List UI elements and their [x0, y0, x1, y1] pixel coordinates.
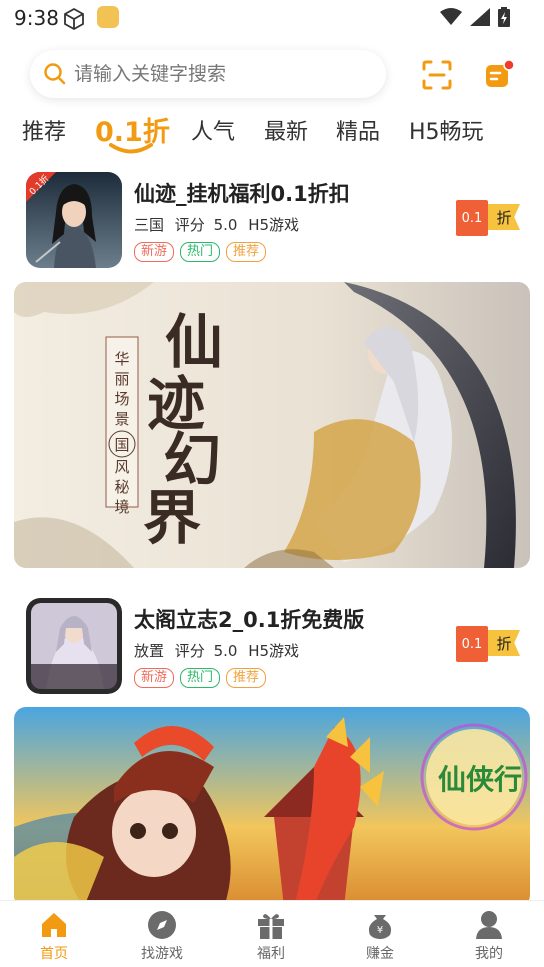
home-icon [42, 913, 66, 937]
discount-unit: 折 [488, 630, 520, 656]
notification-app-icon [97, 6, 119, 28]
game-platform: H5游戏 [248, 642, 300, 660]
game-platform: H5游戏 [248, 216, 300, 234]
banner-logo-text: 仙侠行 [438, 763, 522, 796]
game-list-item[interactable]: 0.1折 仙迹_挂机福利0.1折扣 三国 评分 5.0 H5游戏 新游 热门 推… [0, 170, 544, 270]
game-title: 太阁立志2_0.1折免费版 [134, 608, 365, 632]
game-list-item[interactable]: 太阁立志2_0.1折免费版 放置 评分 5.0 H5游戏 新游 热门 推荐 0.… [0, 596, 544, 696]
game-icon[interactable]: 0.1折 [26, 172, 122, 268]
scan-icon[interactable] [420, 58, 454, 92]
discount-value: 0.1 [456, 626, 488, 662]
nav-label: 我的 [475, 946, 503, 962]
game-title: 仙迹_挂机福利0.1折扣 [134, 182, 350, 206]
status-bar: 9:38 [0, 0, 544, 38]
compass-icon [148, 911, 176, 939]
nav-label: 赚金 [366, 946, 394, 962]
status-time: 9:38 [14, 6, 59, 30]
banner-title-char-4: 界 [143, 484, 201, 552]
tag-hot: 热门 [180, 668, 221, 688]
game-banner[interactable]: 仙 迹 幻 界 华 丽 场 景 国 风 秘 境 [14, 282, 530, 568]
tab-popular[interactable]: 人气 [191, 114, 235, 146]
nav-label: 找游戏 [141, 946, 183, 962]
rating-label: 评分 [174, 642, 205, 660]
banner-side-char-3: 场 [114, 390, 129, 408]
tab-h5[interactable]: H5畅玩 [409, 114, 484, 146]
tag-recommend: 推荐 [226, 668, 267, 688]
banner-title-char-1: 仙 [165, 308, 223, 376]
banner-side-char-7: 秘 [114, 478, 129, 496]
nav-find-games[interactable]: 找游戏 [122, 909, 202, 963]
message-icon[interactable] [482, 58, 516, 92]
tag-hot: 热门 [180, 242, 221, 262]
banner-side-char-2: 丽 [114, 370, 129, 388]
banner-side-char-5: 国 [114, 436, 129, 454]
banner-side-char-4: 景 [114, 410, 129, 428]
discount-unit: 折 [488, 204, 520, 230]
game-category: 三国 [134, 216, 165, 234]
status-indicators [440, 7, 510, 27]
tab-premium[interactable]: 精品 [336, 114, 380, 146]
active-tab-indicator [109, 143, 153, 154]
bottom-navigation: 首页 找游戏 福利 ¥ 赚金 我的 [0, 900, 544, 967]
coin-bag-icon: ¥ [368, 915, 392, 939]
game-rating: 5.0 [213, 642, 238, 660]
tab-recommend[interactable]: 推荐 [22, 114, 66, 146]
banner-artwork: 仙 迹 幻 界 华 丽 场 景 国 风 秘 境 [14, 282, 530, 568]
tab-newest[interactable]: 最新 [264, 114, 308, 146]
game-rating: 5.0 [213, 216, 238, 234]
discount-value: 0.1 [456, 200, 488, 236]
wifi-icon [440, 8, 462, 25]
game-meta: 三国 评分 5.0 H5游戏 [134, 214, 299, 235]
nav-home[interactable]: 首页 [14, 909, 94, 963]
banner-side-char-1: 华 [114, 350, 129, 368]
signal-icon [470, 8, 490, 26]
nav-label: 首页 [40, 946, 68, 962]
rating-label: 评分 [174, 216, 205, 234]
svg-text:¥: ¥ [377, 925, 383, 936]
tag-new: 新游 [134, 668, 175, 688]
user-icon [476, 911, 502, 939]
banner-side-char-6: 风 [114, 458, 129, 476]
banner-artwork: 仙侠行 [14, 707, 530, 907]
game-tags: 新游 热门 推荐 [134, 242, 267, 262]
discount-badge: 0.1 折 [452, 200, 520, 236]
search-icon [44, 63, 66, 85]
nav-label: 福利 [257, 946, 285, 962]
nav-profile[interactable]: 我的 [449, 909, 529, 963]
tag-recommend: 推荐 [226, 242, 267, 262]
nav-earn[interactable]: ¥ 赚金 [340, 909, 420, 963]
category-tabs: 推荐 0.1折 人气 最新 精品 H5畅玩 [0, 110, 544, 160]
battery-icon [498, 7, 510, 27]
game-category: 放置 [134, 642, 165, 660]
gift-icon [258, 914, 284, 939]
discount-badge: 0.1 折 [452, 626, 520, 662]
game-banner[interactable]: 仙侠行 [14, 707, 530, 907]
cube-icon [62, 7, 86, 35]
tag-new: 新游 [134, 242, 175, 262]
game-meta: 放置 评分 5.0 H5游戏 [134, 640, 299, 661]
banner-side-char-8: 境 [114, 498, 129, 516]
search-bar[interactable] [30, 50, 386, 98]
search-input[interactable] [74, 63, 364, 85]
game-icon[interactable] [26, 598, 122, 694]
nav-welfare[interactable]: 福利 [231, 909, 311, 963]
game-tags: 新游 热门 推荐 [134, 668, 267, 688]
